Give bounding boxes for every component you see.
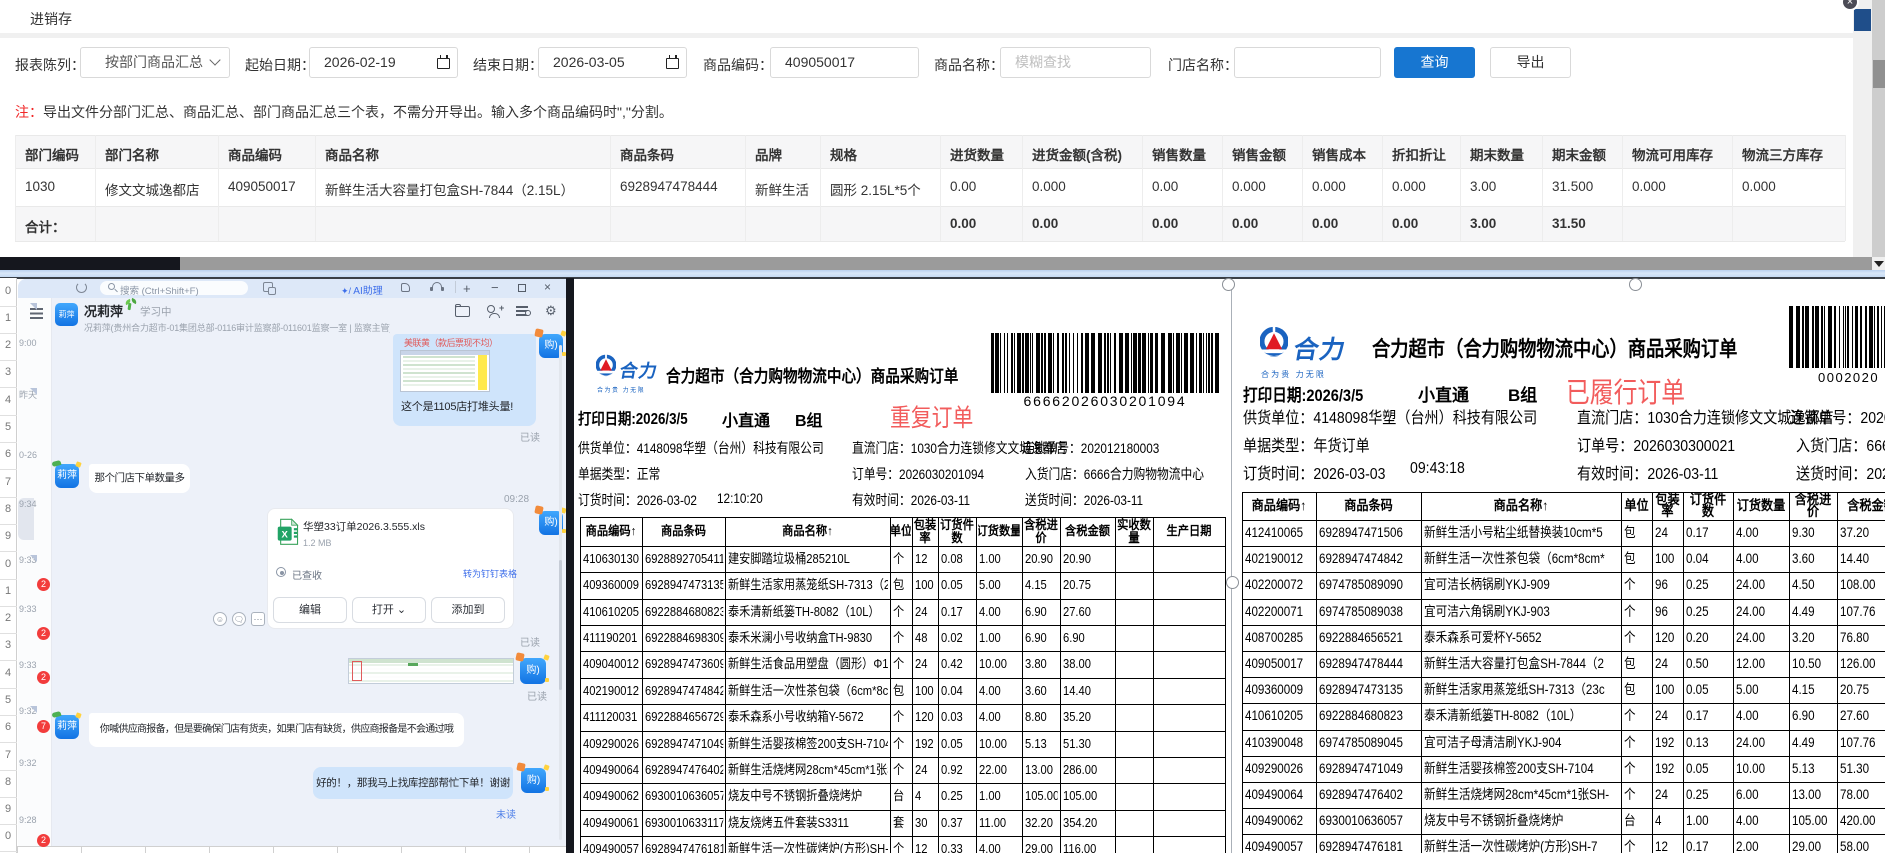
- svg-text:X: X: [282, 529, 289, 540]
